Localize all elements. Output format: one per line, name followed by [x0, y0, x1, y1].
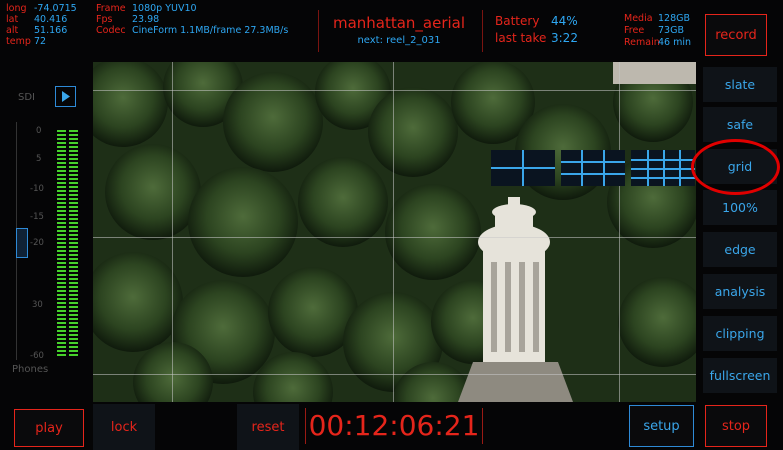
- timecode-display: 00:12:06:21: [308, 409, 480, 442]
- meter-scale-30: 30: [32, 300, 43, 310]
- lock-button[interactable]: lock: [93, 404, 155, 450]
- input-label: SDI: [18, 92, 35, 103]
- highlight-circle: [691, 139, 780, 195]
- battery-value: 44%: [551, 14, 578, 28]
- transport-bar: play lock reset 00:12:06:21 setup stop: [0, 402, 783, 450]
- media-label: Media: [624, 13, 653, 24]
- meter-bar-right: [69, 130, 78, 358]
- codec-label: Codec: [96, 25, 126, 36]
- gps-lat-value: 40.416: [34, 14, 68, 25]
- remain-label: Remain: [624, 37, 660, 48]
- gps-lat-label: lat: [6, 14, 19, 25]
- analysis-button[interactable]: analysis: [703, 274, 777, 309]
- audio-level-meter: 0 5 -10 -15 -20 30 -60: [10, 122, 90, 362]
- grid-line: [172, 62, 173, 402]
- stop-button[interactable]: stop: [705, 405, 767, 447]
- gps-long-label: long: [6, 3, 27, 14]
- temp-value: 72: [34, 36, 47, 47]
- audio-meter-panel: SDI 0 5 -10 -15 -20 30 -60 Phones: [0, 62, 93, 402]
- input-play-button[interactable]: [55, 86, 76, 107]
- grid-style-picker[interactable]: [491, 150, 696, 186]
- tool-sidebar: slate safe grid 100% edge analysis clipp…: [696, 62, 783, 402]
- grid-option-fine[interactable]: [631, 150, 695, 186]
- meter-bar-left: [57, 130, 66, 358]
- fps-label: Fps: [96, 14, 113, 25]
- play-button[interactable]: play: [14, 409, 84, 447]
- volume-fader[interactable]: [16, 228, 28, 258]
- meter-scale-60: -60: [30, 351, 44, 361]
- battery-label: Battery: [495, 14, 540, 28]
- camera-viewport[interactable]: [93, 62, 696, 402]
- fps-value: 23.98: [132, 14, 160, 25]
- remain-value: 46 min: [658, 37, 692, 48]
- clipping-button[interactable]: clipping: [703, 316, 777, 351]
- free-label: Free: [624, 25, 645, 36]
- battery-readout: Battery 44% last take 3:22: [495, 13, 578, 47]
- aerial-image: [93, 62, 696, 402]
- grid-line: [93, 374, 696, 375]
- meter-scale-20: -20: [30, 238, 44, 248]
- grid-option-center[interactable]: [491, 150, 555, 186]
- grid-line: [393, 62, 394, 402]
- meter-scale-5: 5: [36, 154, 42, 164]
- top-status-bar: long -74.0715 lat 40.416 alt 51.166 temp 72 …: [0, 0, 783, 62]
- clip-name: manhattan_aerial: [332, 14, 466, 32]
- setup-button[interactable]: setup: [629, 405, 694, 447]
- output-label: Phones: [12, 364, 49, 375]
- divider: [482, 408, 483, 444]
- free-value: 73GB: [658, 25, 684, 36]
- meter-scale-15: -15: [30, 212, 44, 222]
- record-button[interactable]: record: [705, 14, 767, 56]
- format-readout: Frame 1080p YUV10 Fps 23.98 Codec CineForm …: [96, 3, 288, 36]
- grid-line: [619, 62, 620, 402]
- meter-scale-0: 0: [36, 126, 42, 136]
- fullscreen-button[interactable]: fullscreen: [703, 358, 777, 393]
- gps-long-value: -74.0715: [34, 3, 77, 14]
- divider: [305, 408, 306, 444]
- grid-option-thirds[interactable]: [561, 150, 625, 186]
- edge-button[interactable]: edge: [703, 232, 777, 267]
- grid-line: [93, 237, 696, 238]
- zoom-100-button[interactable]: 100%: [703, 190, 777, 225]
- gps-alt-value: 51.166: [34, 25, 68, 36]
- meter-scale-10: -10: [30, 184, 44, 194]
- safe-button[interactable]: safe: [703, 107, 777, 142]
- play-arrow-icon: [62, 91, 70, 102]
- temp-label: temp: [6, 36, 31, 47]
- gps-readout: long -74.0715 lat 40.416 alt 51.166 temp 72: [6, 3, 77, 47]
- divider: [482, 10, 483, 52]
- frame-value: 1080p YUV10: [132, 3, 197, 14]
- media-readout: Media 128GB Free 73GB Remain 46 min: [624, 13, 691, 49]
- frame-label: Frame: [96, 3, 126, 14]
- reset-button[interactable]: reset: [237, 404, 299, 450]
- last-take-value: 3:22: [551, 31, 578, 45]
- codec-value: CineForm 1.1MB/frame 27.3MB/s: [132, 25, 289, 36]
- gps-alt-label: alt: [6, 25, 19, 36]
- media-value: 128GB: [658, 13, 691, 24]
- next-clip: next: reel_2_031: [357, 35, 441, 46]
- grid-line: [93, 90, 696, 91]
- slate-button[interactable]: slate: [703, 67, 777, 102]
- clip-info: manhattan_aerial next: reel_2_031: [318, 14, 480, 48]
- last-take-label: last take: [495, 31, 547, 45]
